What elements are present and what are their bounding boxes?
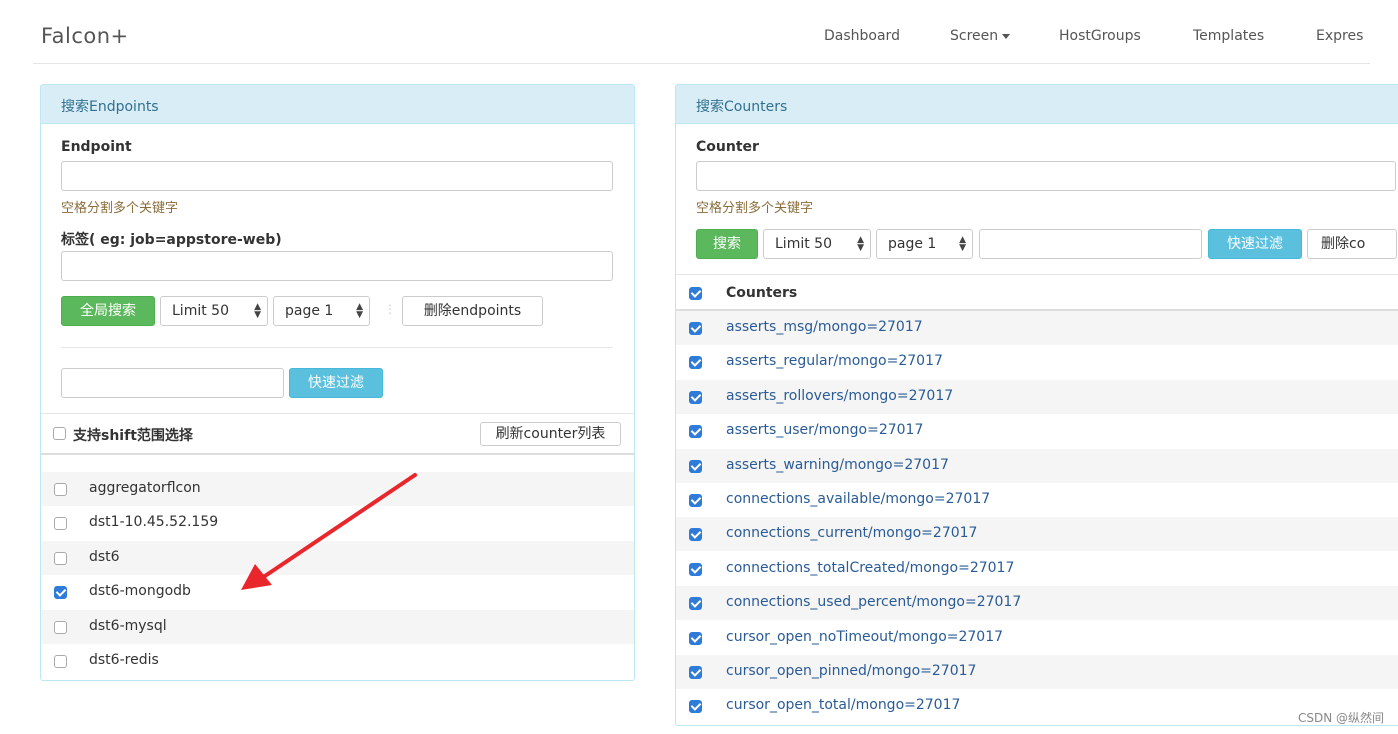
watermark: CSDN @纵然间 [1297, 711, 1384, 725]
annotation-arrow [241, 473, 417, 590]
arrow-head [241, 564, 272, 590]
arrow-shaft [260, 473, 417, 580]
